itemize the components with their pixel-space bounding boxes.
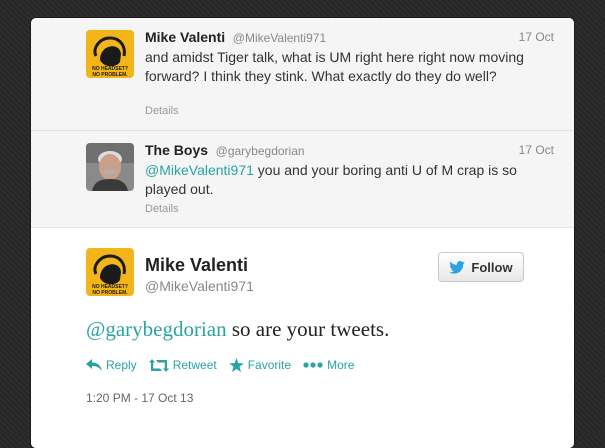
favorite-action[interactable]: Favorite [228,358,292,372]
main-author-name[interactable]: Mike Valenti [145,255,248,276]
tweet-header: The Boys @garybegdorian 17 Oct [145,142,554,158]
tweet-author-name[interactable]: Mike Valenti [145,29,225,45]
twitter-bird-icon [449,260,466,274]
tweet-text: @MikeValenti971 you and your boring anti… [145,161,548,199]
tweet-author-handle[interactable]: @garybegdorian [216,144,305,158]
main-tweet-text: @garybegdorian so are your tweets. [86,317,389,342]
more-dots-icon [303,362,323,368]
main-tweet-text-body: so are your tweets. [226,317,390,341]
svg-text:NO PROBLEM.: NO PROBLEM. [92,290,128,296]
tweet-item[interactable]: NO HEADSET? NO PROBLEM. Mike Valenti @Mi… [31,18,574,131]
tweet-author-name[interactable]: The Boys [145,142,208,158]
retweet-action[interactable]: Retweet [148,358,217,372]
tweet-details-link[interactable]: Details [145,203,179,215]
reply-icon [86,359,102,371]
person-photo-avatar[interactable] [86,143,134,191]
tweet-actions: Reply Retweet Favorite More [86,356,366,374]
tweet-timestamp[interactable]: 1:20 PM - 17 Oct 13 [86,391,193,405]
valenti-avatar-image: NO HEADSET? NO PROBLEM. [86,30,134,78]
svg-text:NO PROBLEM.: NO PROBLEM. [92,72,128,78]
mention-link[interactable]: @MikeValenti971 [145,162,254,178]
tweet-header: Mike Valenti @MikeValenti971 17 Oct [145,29,554,45]
star-icon [228,358,244,372]
mention-link[interactable]: @garybegdorian [86,317,227,341]
valenti-avatar-image: NO HEADSET? NO PROBLEM. [86,248,134,296]
tweet-author-handle[interactable]: @MikeValenti971 [233,31,326,45]
retweet-icon [148,358,169,372]
retweet-label: Retweet [172,358,217,372]
reply-label: Reply [106,358,137,372]
tweet-date[interactable]: 17 Oct [519,143,554,157]
valenti-avatar[interactable]: NO HEADSET? NO PROBLEM. [86,248,134,296]
person-photo-avatar-image [86,143,134,191]
more-action[interactable]: More [303,358,354,372]
tweet-item[interactable]: The Boys @garybegdorian 17 Oct @MikeVale… [31,131,574,228]
follow-button[interactable]: Follow [438,252,524,282]
reply-action[interactable]: Reply [86,358,137,372]
main-tweet: NO HEADSET? NO PROBLEM. Mike Valenti @Mi… [31,228,574,448]
valenti-avatar[interactable]: NO HEADSET? NO PROBLEM. [86,30,134,78]
follow-button-label: Follow [471,259,513,275]
tweet-text: and amidst Tiger talk, what is UM right … [145,49,524,84]
tweet-details-link[interactable]: Details [145,105,179,117]
more-label: More [327,358,355,372]
favorite-label: Favorite [247,358,292,372]
main-author-handle[interactable]: @MikeValenti971 [145,278,254,294]
tweet-conversation-card: NO HEADSET? NO PROBLEM. Mike Valenti @Mi… [31,18,574,448]
tweet-date[interactable]: 17 Oct [519,30,554,44]
